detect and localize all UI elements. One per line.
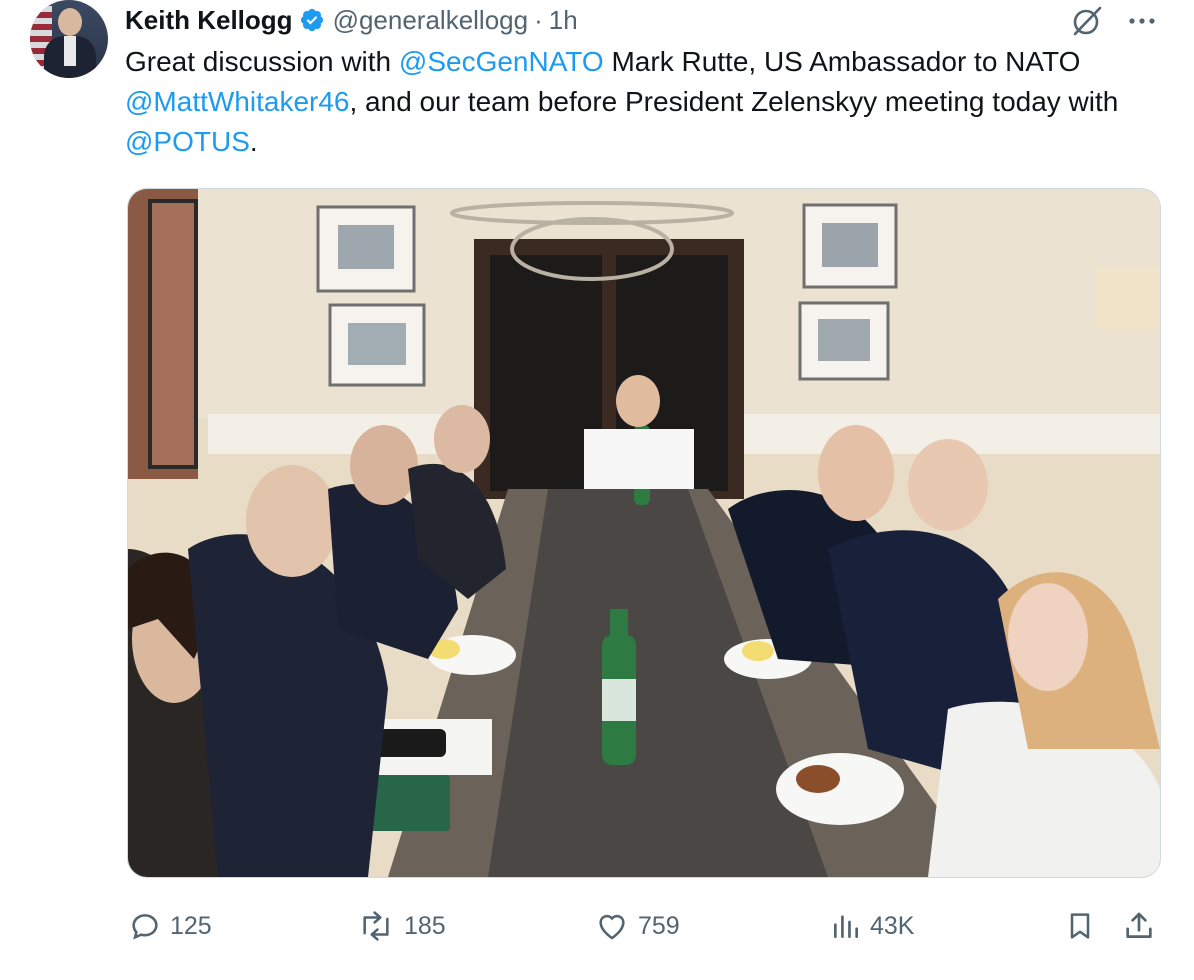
text-segment: . bbox=[249, 126, 258, 157]
share-icon bbox=[1126, 912, 1152, 938]
display-name[interactable]: Keith Kellogg bbox=[125, 5, 293, 36]
repost-button[interactable]: 185 bbox=[356, 906, 446, 946]
text-segment: Mark Rutte, US Ambassador to NATO bbox=[603, 46, 1081, 77]
grok-icon[interactable] bbox=[1070, 4, 1104, 38]
repost-icon bbox=[363, 911, 389, 941]
bookmark-button[interactable] bbox=[1064, 906, 1096, 946]
verified-badge-icon[interactable] bbox=[299, 7, 325, 33]
repost-count: 185 bbox=[404, 911, 446, 940]
timestamp[interactable]: 1h bbox=[549, 5, 578, 36]
tweet-header: Keith Kellogg @generalkellogg · 1h bbox=[125, 4, 578, 36]
avatar-head bbox=[58, 8, 82, 36]
reply-count: 125 bbox=[170, 911, 212, 940]
text-segment: Great discussion with bbox=[125, 46, 399, 77]
tweet-text: Great discussion with @SecGenNATO Mark R… bbox=[125, 42, 1175, 162]
photo-scene bbox=[128, 189, 1160, 877]
action-bar: 125 185 759 43K bbox=[0, 900, 1194, 950]
views-icon bbox=[834, 915, 858, 938]
like-icon bbox=[599, 914, 625, 940]
tweet-photo[interactable] bbox=[127, 188, 1161, 878]
separator-dot: · bbox=[534, 4, 543, 35]
avatar[interactable] bbox=[30, 0, 108, 78]
mention-secgennato[interactable]: @SecGenNATO bbox=[399, 46, 604, 77]
mention-potus[interactable]: @POTUS bbox=[125, 126, 250, 157]
views-count: 43K bbox=[870, 911, 915, 940]
like-count: 759 bbox=[638, 911, 680, 940]
bookmark-icon bbox=[1070, 913, 1090, 939]
avatar-shirt bbox=[64, 36, 76, 66]
share-button[interactable] bbox=[1122, 906, 1156, 946]
views-button[interactable]: 43K bbox=[830, 906, 914, 946]
tweet: Keith Kellogg @generalkellogg · 1h Great… bbox=[0, 0, 1194, 980]
like-button[interactable]: 759 bbox=[594, 906, 680, 946]
text-segment: , and our team before President Zelensky… bbox=[349, 86, 1119, 117]
reply-button[interactable]: 125 bbox=[128, 906, 212, 946]
mention-mattwhitaker46[interactable]: @MattWhitaker46 bbox=[125, 86, 350, 117]
more-icon[interactable] bbox=[1124, 4, 1160, 38]
reply-icon bbox=[132, 914, 158, 940]
handle[interactable]: @generalkellogg bbox=[333, 5, 529, 36]
